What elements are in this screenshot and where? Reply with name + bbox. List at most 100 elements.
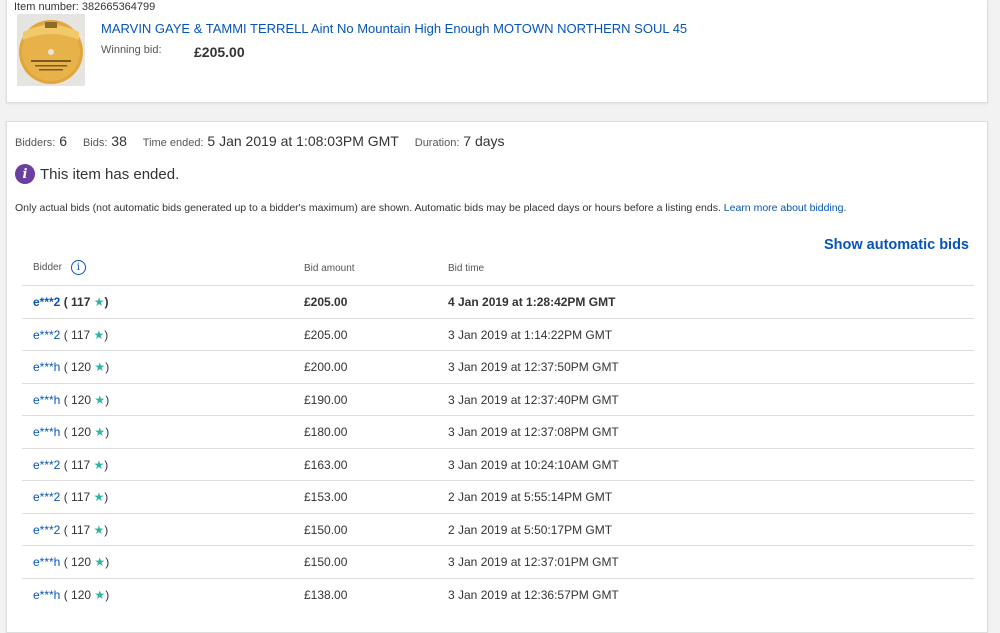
item-number: Item number: 382665364799 [14, 1, 156, 13]
bid-amount-column-header: Bid amount [304, 263, 355, 274]
feedback-score-value: 117 [71, 522, 91, 537]
feedback-score-value: 120 [71, 555, 92, 569]
info-filled-icon: i [15, 164, 35, 184]
feedback-score[interactable]: ( 120 ★) [64, 555, 109, 569]
feedback-score[interactable]: ( 117 ★) [64, 328, 109, 342]
table-row: e***h ( 120 ★) £138.00 3 Jan 2019 at 12:36… [22, 577, 974, 611]
star-icon: ★ [94, 587, 106, 602]
table-row: e***h ( 120 ★) £180.00 3 Jan 2019 at 12:37… [22, 415, 974, 448]
bidder-header-label: Bidder [33, 262, 62, 273]
item-title-link[interactable]: MARVIN GAYE & TAMMI TERRELL Aint No Moun… [101, 21, 687, 36]
feedback-score[interactable]: ( 120 ★) [64, 393, 109, 407]
bidder-username-link[interactable]: e***h ( 120 ★) [33, 393, 109, 407]
bidder-username: e***h [33, 587, 61, 602]
feedback-score[interactable]: ( 117 ★) [64, 295, 109, 309]
bidder-username: e***2 [33, 522, 61, 537]
bid-time: 2 Jan 2019 at 5:55:14PM GMT [448, 490, 613, 504]
bid-amount: £205.00 [304, 327, 348, 342]
bid-amount: £153.00 [304, 490, 348, 504]
feedback-score[interactable]: ( 117 ★) [64, 458, 109, 472]
star-icon: ★ [93, 327, 105, 342]
bidder-username: e***h [33, 555, 61, 569]
bid-amount: £190.00 [304, 392, 348, 407]
bidder-username-link[interactable]: e***h ( 120 ★) [33, 425, 109, 439]
time-ended-label: Time ended: [142, 137, 204, 149]
info-outline-icon[interactable]: i [70, 260, 86, 275]
bidder-column-header: Bidder i [33, 260, 86, 275]
feedback-score-value: 120 [71, 425, 92, 439]
bids-value: 38 [111, 133, 127, 149]
feedback-score[interactable]: ( 120 ★) [64, 588, 109, 602]
star-icon: ★ [93, 457, 105, 472]
bidder-username-link[interactable]: e***2 ( 117 ★) [33, 295, 109, 309]
bidder-username-link[interactable]: e***2 ( 117 ★) [33, 328, 108, 342]
item-ended-notice: i This item has ended. [15, 164, 179, 184]
item-ended-text: This item has ended. [40, 165, 180, 183]
bidder-username-link[interactable]: e***2 ( 117 ★) [33, 523, 108, 537]
learn-more-bidding-link[interactable]: Learn more about bidding. [724, 202, 847, 214]
feedback-score[interactable]: ( 117 ★) [64, 523, 109, 537]
feedback-score-value: 120 [71, 392, 92, 407]
item-thumbnail[interactable] [17, 14, 85, 86]
star-icon: ★ [94, 425, 106, 439]
table-row: e***2 ( 117 ★) £150.00 2 Jan 2019 at 5:50:… [22, 512, 974, 546]
bidder-username: e***2 [33, 327, 61, 342]
table-row: e***2 ( 117 ★) £153.00 2 Jan 2019 at 5:55:… [22, 480, 974, 513]
feedback-score[interactable]: ( 120 ★) [64, 425, 109, 439]
bid-time: 3 Jan 2019 at 12:36:57PM GMT [448, 587, 619, 602]
star-icon: ★ [94, 360, 106, 374]
winning-bid-label: Winning bid: [101, 44, 162, 56]
bid-time: 3 Jan 2019 at 12:37:40PM GMT [448, 392, 619, 407]
bid-time: 3 Jan 2019 at 1:14:22PM GMT [448, 327, 613, 342]
bidder-username-link[interactable]: e***h ( 120 ★) [33, 555, 109, 569]
bid-time: 3 Jan 2019 at 12:37:01PM GMT [448, 555, 619, 569]
bid-time: 4 Jan 2019 at 1:28:42PM GMT [448, 295, 616, 309]
feedback-score-value: 120 [71, 360, 92, 374]
bidder-username-link[interactable]: e***h ( 120 ★) [33, 588, 109, 602]
bid-time: 3 Jan 2019 at 12:37:08PM GMT [448, 425, 619, 439]
feedback-score-value: 117 [71, 457, 91, 472]
feedback-score-value: 117 [71, 490, 91, 504]
table-row: e***2 ( 117 ★) £205.00 4 Jan 2019 at 1:28:… [22, 285, 974, 318]
bid-info-note: Only actual bids (not automatic bids gen… [15, 202, 846, 214]
feedback-score-value: 120 [71, 587, 92, 602]
bidder-username-link[interactable]: e***2 ( 117 ★) [33, 458, 108, 472]
show-automatic-bids-link[interactable]: Show automatic bids [824, 237, 969, 253]
bid-amount: £180.00 [304, 425, 348, 439]
bid-amount: £200.00 [304, 360, 348, 374]
feedback-score[interactable]: ( 117 ★) [64, 490, 109, 504]
table-row: e***h ( 120 ★) £190.00 3 Jan 2019 at 12:37… [22, 382, 974, 416]
bidders-label: Bidders: [15, 137, 56, 149]
bid-amount: £163.00 [304, 457, 348, 472]
bid-time: 2 Jan 2019 at 5:50:17PM GMT [448, 522, 613, 537]
duration-value: 7 days [463, 133, 505, 149]
auction-summary: Bidders: 6 Bids: 38 Time ended: 5 Jan 20… [15, 133, 517, 149]
bid-table-header: Bidder i Bid amount Bid time [7, 254, 974, 284]
bidder-username-link[interactable]: e***2 ( 117 ★) [33, 490, 108, 504]
bid-time-column-header: Bid time [448, 263, 485, 274]
winning-bid-value: £205.00 [194, 44, 245, 60]
feedback-score[interactable]: ( 120 ★) [64, 360, 109, 374]
bid-time: 3 Jan 2019 at 10:24:10AM GMT [448, 457, 619, 472]
table-row: e***h ( 120 ★) £200.00 3 Jan 2019 at 12:37… [22, 350, 974, 383]
star-icon: ★ [94, 555, 106, 569]
bid-amount: £205.00 [304, 295, 348, 309]
bidders-value: 6 [59, 133, 68, 149]
table-row: e***2 ( 117 ★) £163.00 3 Jan 2019 at 10:24… [22, 447, 974, 481]
bid-amount: £138.00 [304, 587, 348, 602]
bidder-username: e***2 [33, 295, 61, 309]
bid-time: 3 Jan 2019 at 12:37:50PM GMT [448, 360, 619, 374]
item-summary-card: MARVIN GAYE & TAMMI TERRELL Aint No Moun… [6, 0, 988, 103]
bidder-username: e***h [33, 360, 61, 374]
bid-info-text: Only actual bids (not automatic bids gen… [15, 202, 724, 214]
star-icon: ★ [93, 490, 105, 504]
bid-amount: £150.00 [304, 555, 348, 569]
star-icon: ★ [93, 522, 105, 537]
time-ended-value: 5 Jan 2019 at 1:08:03PM GMT [207, 133, 399, 149]
star-icon: ★ [93, 295, 105, 309]
bidder-username-link[interactable]: e***h ( 120 ★) [33, 360, 109, 374]
bidder-username: e***h [33, 425, 61, 439]
bids-label: Bids: [82, 137, 108, 149]
bid-history-card: Bidders: 6 Bids: 38 Time ended: 5 Jan 20… [6, 121, 988, 633]
record-label-thumbnail [17, 14, 85, 86]
